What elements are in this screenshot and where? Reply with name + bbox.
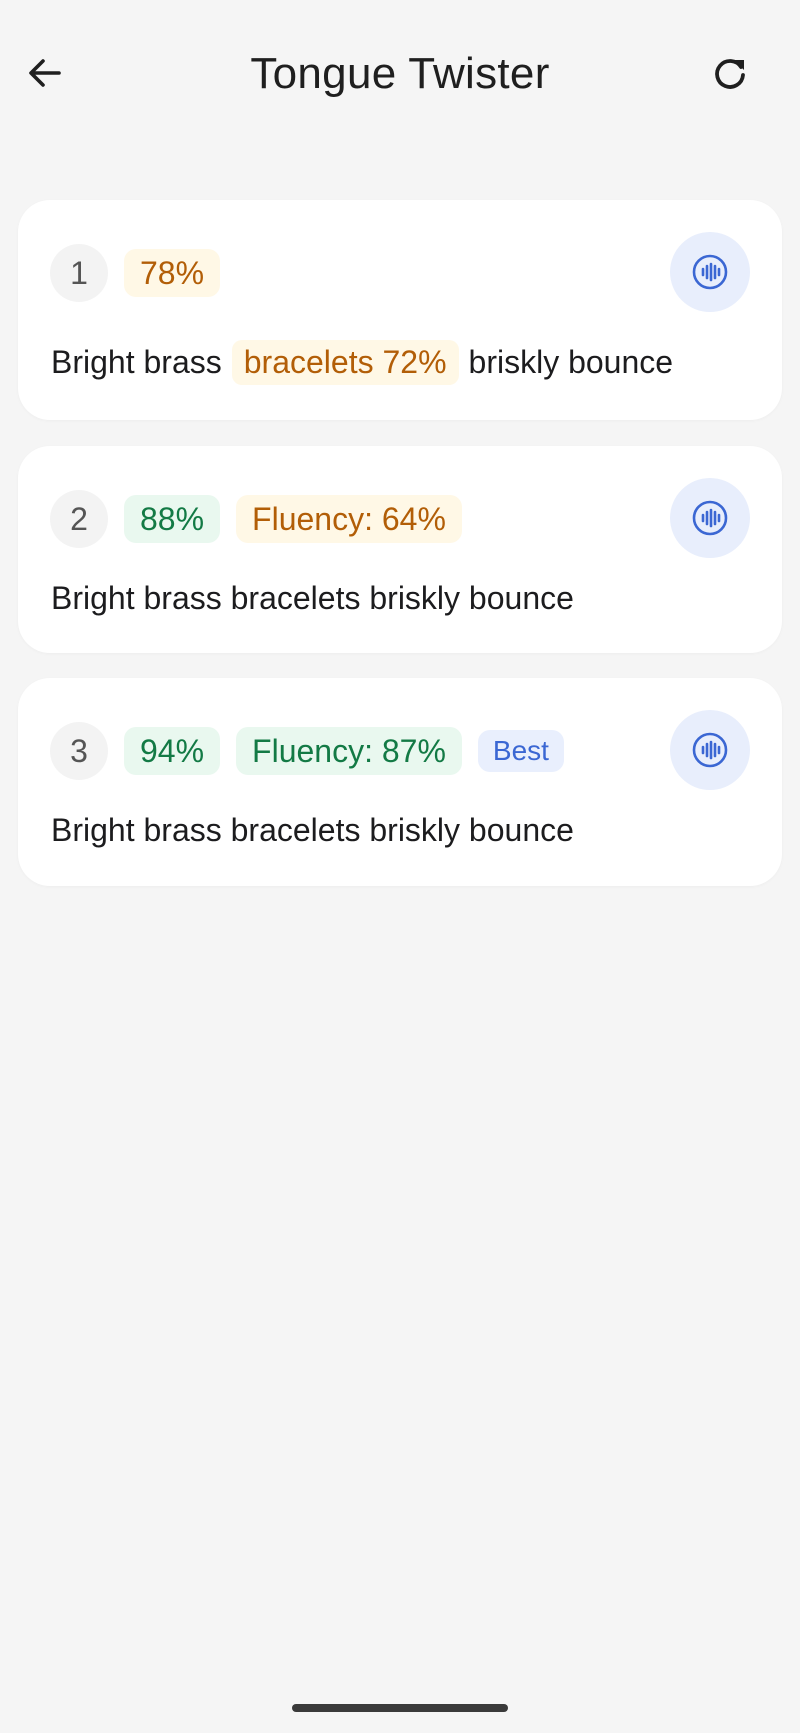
attempt-stats-row: 3 94% Fluency: 87% Best	[50, 722, 580, 780]
attempt-card: 2 88% Fluency: 64% Bright brass bracelet…	[18, 446, 782, 653]
attempt-number: 2	[50, 490, 108, 548]
attempt-sentence: Bright brass bracelets 72% briskly bounc…	[51, 336, 673, 388]
audio-wave-icon	[692, 732, 728, 768]
attempt-card: 1 78% Bright brass bracelets 72% briskly…	[18, 200, 782, 420]
page-title: Tongue Twister	[250, 49, 550, 98]
attempt-stats-row: 1 78%	[50, 244, 236, 302]
mispronounced-word[interactable]: bracelets 72%	[231, 339, 459, 385]
play-recording-button[interactable]	[670, 710, 750, 790]
home-indicator[interactable]	[292, 1704, 508, 1712]
play-recording-button[interactable]	[670, 478, 750, 558]
score-badge: 88%	[124, 495, 221, 543]
attempt-number: 1	[50, 244, 108, 302]
attempt-number: 3	[50, 722, 108, 780]
app-header: Tongue Twister	[0, 0, 800, 150]
attempt-card: 3 94% Fluency: 87% Best Bright brass bra…	[18, 678, 782, 886]
score-badge: 78%	[124, 249, 221, 297]
refresh-button[interactable]	[705, 48, 755, 98]
attempt-sentence: Bright brass bracelets briskly bounce	[51, 811, 574, 848]
sentence-text: briskly bounce	[468, 343, 674, 380]
best-badge: Best	[477, 730, 564, 772]
audio-wave-icon	[692, 500, 728, 536]
refresh-icon	[715, 59, 745, 89]
score-badge: 94%	[124, 727, 221, 775]
attempt-sentence: Bright brass bracelets briskly bounce	[51, 579, 574, 616]
fluency-badge: Fluency: 64%	[236, 495, 462, 543]
play-recording-button[interactable]	[670, 232, 750, 312]
audio-wave-icon	[692, 254, 728, 290]
sentence-text: Bright brass	[51, 343, 222, 380]
attempt-stats-row: 2 88% Fluency: 64%	[50, 490, 478, 548]
fluency-badge: Fluency: 87%	[236, 727, 462, 775]
